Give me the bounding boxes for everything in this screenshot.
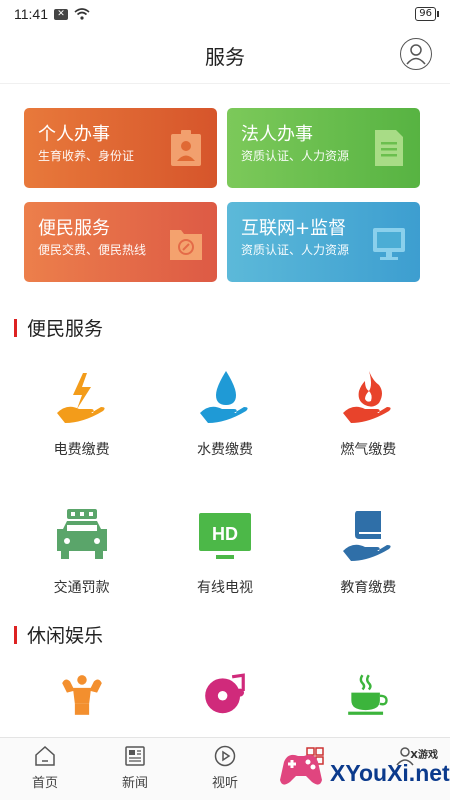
watermark-small-text: X游戏 — [410, 750, 438, 761]
tv-icon: HD — [198, 513, 251, 559]
service-cards: 个人办事 生育收养、身份证 法人办事 资质认证、人力资源 便民服务 便民交费、便… — [0, 84, 450, 282]
battery-indicator: 96 — [415, 7, 439, 21]
app-header: 服务 — [0, 28, 450, 84]
leisure-music[interactable] — [153, 648, 296, 718]
section-marker — [14, 318, 17, 337]
service-water[interactable]: 水费缴费 — [153, 341, 296, 479]
card-internet-supervision[interactable]: 互联网+监督 资质认证、人力资源 — [227, 202, 420, 282]
page-title: 服务 — [205, 45, 245, 69]
user-icon[interactable] — [400, 38, 432, 70]
card-title: 个人办事 — [38, 124, 110, 145]
tab-home[interactable]: 首页 — [0, 738, 90, 800]
service-grid: 电费缴费 水费缴费 燃气缴费 交通罚款 HD 有线电视 教育缴费 — [0, 341, 450, 617]
service-label: 有线电视 — [196, 580, 253, 596]
card-personal-affairs[interactable]: 个人办事 生育收养、身份证 — [24, 108, 217, 188]
document-icon — [375, 130, 403, 166]
watermark: X游戏 XYouXi.net — [272, 740, 450, 796]
news-icon — [125, 746, 145, 766]
id-card-icon — [171, 130, 201, 166]
service-label: 电费缴费 — [53, 442, 110, 458]
card-convenience-services[interactable]: 便民服务 便民交费、便民热线 — [24, 202, 217, 282]
service-gas[interactable]: 燃气缴费 — [297, 341, 440, 479]
gamepad-logo-icon — [280, 754, 322, 785]
section-marker — [14, 625, 17, 644]
tab-label: 视听 — [211, 776, 238, 791]
service-label: 水费缴费 — [196, 442, 253, 458]
watermark-text: XYouXi.net — [330, 760, 450, 786]
service-traffic-fine[interactable]: 交通罚款 — [10, 479, 153, 617]
svg-text:HD: HD — [212, 524, 238, 544]
card-subtitle: 资质认证、人力资源 — [241, 243, 350, 257]
card-title: 法人办事 — [241, 124, 313, 145]
service-electricity[interactable]: 电费缴费 — [10, 341, 153, 479]
play-icon — [214, 745, 236, 767]
notification-icon: ✕ — [54, 8, 68, 20]
water-icon — [199, 371, 248, 423]
section-leisure: 休闲娱乐 — [0, 621, 450, 648]
electricity-icon — [56, 373, 105, 423]
card-subtitle: 便民交费、便民热线 — [38, 243, 147, 257]
book-icon — [343, 511, 391, 561]
card-subtitle: 生育收养、身份证 — [38, 149, 135, 163]
service-cable-tv[interactable]: HD 有线电视 — [153, 479, 296, 617]
section-title: 便民服务 — [27, 318, 104, 340]
status-time: 11:41 — [14, 6, 48, 22]
monitor-icon — [373, 228, 405, 260]
leisure-tea[interactable] — [297, 648, 440, 718]
tab-label: 新闻 — [121, 776, 148, 791]
leisure-fitness[interactable] — [10, 648, 153, 718]
service-label: 交通罚款 — [53, 580, 110, 596]
leisure-grid — [0, 648, 450, 718]
tab-news[interactable]: 新闻 — [90, 738, 180, 800]
car-icon — [56, 509, 107, 559]
status-left: 11:41 ✕ — [14, 6, 90, 22]
card-corporate-affairs[interactable]: 法人办事 资质认证、人力资源 — [227, 108, 420, 188]
fitness-icon — [61, 675, 102, 715]
status-bar: 11:41 ✕ 96 — [0, 0, 450, 28]
service-label: 燃气缴费 — [340, 442, 397, 458]
card-title: 便民服务 — [38, 218, 110, 239]
tab-av[interactable]: 视听 — [180, 738, 270, 800]
card-subtitle: 资质认证、人力资源 — [241, 149, 350, 163]
tab-label: 首页 — [31, 776, 58, 791]
home-icon — [35, 745, 55, 766]
service-education[interactable]: 教育缴费 — [297, 479, 440, 617]
section-convenience: 便民服务 — [0, 314, 450, 341]
card-title: 互联网+监督 — [241, 218, 347, 239]
folder-icon — [170, 230, 202, 260]
wifi-icon — [74, 8, 90, 20]
gas-icon — [343, 371, 391, 423]
service-label: 教育缴费 — [340, 580, 397, 596]
music-icon — [205, 673, 245, 714]
section-title: 休闲娱乐 — [27, 625, 104, 647]
tea-icon — [348, 674, 388, 715]
